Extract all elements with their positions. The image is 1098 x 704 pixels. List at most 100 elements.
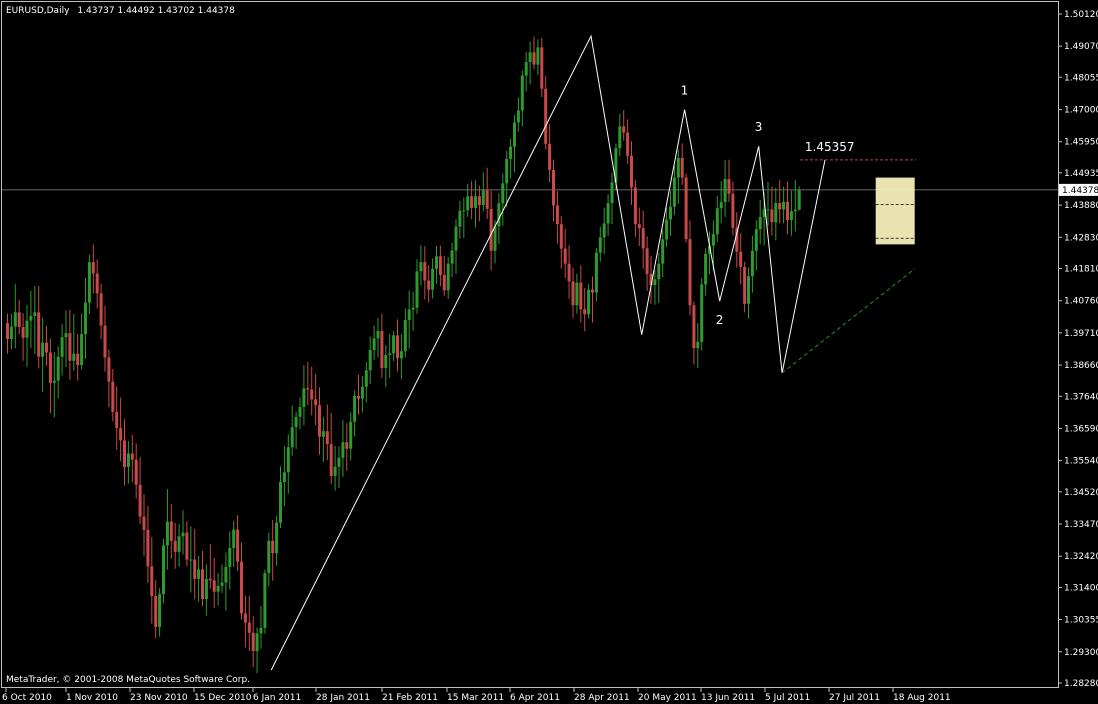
candle-body	[575, 282, 579, 306]
candle-body	[298, 407, 302, 417]
candle-body	[56, 356, 60, 381]
candle-body	[173, 540, 177, 552]
candle-body	[169, 521, 173, 541]
annotation-label: 3	[755, 120, 763, 134]
x-tick-label: 15 Mar 2011	[447, 693, 504, 703]
y-tick-label: 1.30355	[1064, 615, 1098, 625]
candle-body	[548, 143, 552, 170]
candle-body	[37, 312, 41, 357]
candle-body	[80, 334, 84, 366]
candle-body	[360, 386, 364, 399]
candle-body	[669, 206, 672, 220]
candle-body	[197, 569, 201, 579]
candle-body	[563, 248, 567, 264]
x-tick-label: 28 Apr 2011	[574, 693, 630, 703]
x-axis: 6 Oct 2010 1 Nov 2010 23 Nov 2010 15 Dec 20…	[2, 688, 951, 703]
x-tick-label: 18 Aug 2011	[893, 693, 951, 703]
candle-body	[489, 208, 493, 251]
candle-body	[95, 273, 99, 294]
candle-body	[520, 75, 524, 111]
candle-body	[232, 529, 236, 548]
drawing-objects: 1 2 3 1.45357	[270, 34, 916, 671]
candle-body	[103, 325, 107, 358]
candle-body	[470, 196, 474, 208]
candle-body	[540, 47, 544, 89]
candle-body	[454, 226, 458, 251]
candle-body	[302, 388, 306, 408]
candle-body	[419, 262, 423, 272]
x-tick-label: 21 Feb 2011	[382, 693, 438, 703]
candle-body	[661, 239, 665, 264]
candle-body	[341, 442, 345, 458]
candle-body	[177, 536, 181, 552]
y-tick-label: 1.50120	[1064, 10, 1098, 20]
candle-body	[325, 431, 329, 445]
candle-body	[782, 201, 786, 210]
candle-body	[622, 126, 626, 133]
support-trendline	[781, 268, 916, 374]
candle-body	[138, 484, 142, 517]
candle-body	[403, 320, 407, 352]
y-axis: 1.50120 1.49070 1.48055 1.47000 1.45950 1.449…	[2, 10, 1098, 689]
y-tick-label: 1.29300	[1064, 648, 1098, 658]
candle-body	[485, 190, 489, 209]
candle-body	[423, 262, 427, 281]
candle-body	[380, 331, 384, 369]
candle-body	[415, 271, 419, 308]
candle-body	[606, 202, 610, 224]
candle-body	[146, 529, 150, 567]
y-tick-label: 1.28280	[1064, 679, 1098, 689]
candlestick-series	[6, 36, 801, 674]
candle-body	[747, 276, 750, 304]
candle-body	[435, 256, 438, 269]
y-tick-label: 1.49070	[1064, 42, 1098, 52]
y-tick-label: 1.36590	[1064, 424, 1098, 434]
candle-body	[657, 263, 661, 280]
candle-body	[438, 256, 442, 275]
candle-body	[559, 224, 563, 249]
candle-body	[450, 250, 454, 264]
candle-body	[263, 573, 267, 628]
candle-body	[142, 516, 146, 530]
candle-body	[91, 262, 95, 274]
candle-body	[552, 169, 555, 206]
range-box	[875, 177, 915, 245]
candle-body	[204, 578, 208, 600]
candle-body	[474, 196, 477, 208]
candle-body	[318, 405, 321, 437]
candle-body	[185, 532, 189, 560]
candle-body	[676, 157, 680, 178]
x-tick-label: 28 Jan 2011	[316, 693, 370, 703]
x-tick-label: 23 Nov 2010	[130, 693, 188, 703]
candle-body	[212, 580, 216, 592]
candle-body	[68, 333, 72, 361]
candle-body	[754, 229, 758, 251]
candle-body	[294, 416, 298, 428]
candle-body	[130, 453, 134, 460]
y-tick-label: 1.41810	[1064, 265, 1098, 275]
y-tick-label: 1.35540	[1064, 457, 1098, 467]
x-tick-label: 20 May 2011	[638, 693, 697, 703]
x-tick-label: 27 Jul 2011	[829, 693, 880, 703]
candle-body	[477, 196, 481, 206]
candle-body	[76, 353, 80, 366]
candle-body	[770, 209, 774, 223]
candle-body	[684, 177, 688, 240]
candle-body	[154, 596, 158, 627]
candle-body	[337, 457, 341, 467]
candle-body	[368, 350, 372, 371]
candle-body	[571, 281, 575, 306]
candle-body	[123, 440, 126, 468]
price-chart[interactable]: 1.50120 1.49070 1.48055 1.47000 1.45950 1.449…	[0, 0, 1098, 704]
candle-body	[6, 323, 9, 340]
candle-body	[528, 52, 532, 63]
candle-body	[786, 201, 789, 221]
candle-body	[392, 335, 396, 354]
candle-body	[162, 545, 165, 595]
x-tick-label: 1 Nov 2010	[66, 693, 118, 703]
candle-body	[555, 205, 559, 225]
candle-body	[602, 223, 606, 238]
candle-body	[45, 342, 48, 353]
candle-body	[536, 47, 540, 65]
candle-body	[193, 559, 197, 579]
